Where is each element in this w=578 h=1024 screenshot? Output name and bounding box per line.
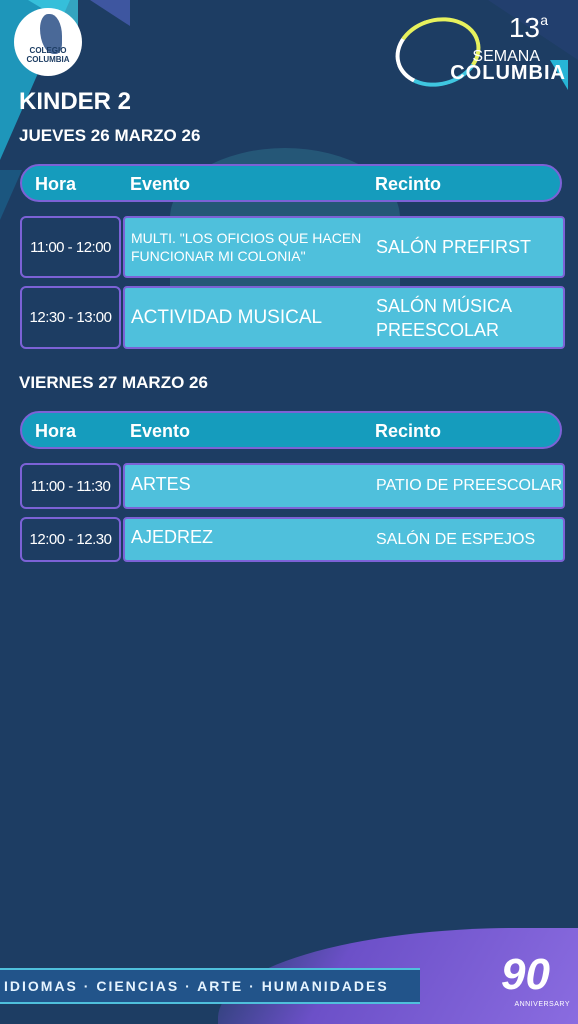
header-recinto: Recinto [375, 421, 442, 441]
event-logo: 13 a SEMANA COLUMBIA [387, 8, 570, 96]
row-cell: AJEDREZ SALÓN DE ESPEJOS [123, 517, 565, 562]
row-event: MULTI. "LOS OFICIOS QUE HACEN FUNCIONAR … [131, 230, 362, 264]
row-time: 12:00 - 12.30 [20, 517, 121, 562]
schedule-row: 11:00 - 11:30 ARTES PATIO DE PREESCOLAR [20, 463, 566, 509]
school-logo: COLEGIO COLUMBIA [14, 8, 82, 76]
schedule-header: Hora Evento Recinto [20, 164, 562, 202]
schedule-row: 12:30 - 13:00 ACTIVIDAD MUSICAL SALÓN MÚ… [20, 286, 566, 349]
header-recinto: Recinto [375, 174, 442, 194]
day-date: VIERNES 27 MARZO 26 [19, 373, 208, 392]
page-title: KINDER 2 [19, 88, 132, 115]
row-time: 11:00 - 11:30 [20, 463, 121, 509]
school-logo-text: COLEGIO COLUMBIA [26, 46, 70, 64]
row-time: 12:30 - 13:00 [20, 286, 121, 349]
header-evento: Evento [130, 174, 191, 194]
schedule-row: 11:00 - 12:00 MULTI. "LOS OFICIOS QUE HA… [20, 216, 566, 278]
row-venue: SALÓN MÚSICA PREESCOLAR [376, 295, 512, 340]
row-time: 11:00 - 12:00 [20, 216, 121, 278]
decor-shard [90, 0, 130, 26]
header-hora: Hora [35, 174, 77, 194]
event-number-sup: a [540, 12, 548, 28]
footer-banner: IDIOMAS · CIENCIAS · ARTE · HUMANIDADES [0, 968, 420, 1004]
event-number: 13 [508, 12, 540, 43]
row-cell: MULTI. "LOS OFICIOS QUE HACEN FUNCIONAR … [123, 216, 565, 278]
schedule-row: 12:00 - 12.30 AJEDREZ SALÓN DE ESPEJOS [20, 517, 566, 562]
row-venue: PATIO DE PREESCOLAR [376, 477, 563, 494]
header-evento: Evento [130, 421, 191, 441]
event-word-columbia: COLUMBIA [450, 62, 566, 84]
schedule-header: Hora Evento Recinto [20, 411, 562, 449]
day-date: JUEVES 26 MARZO 26 [19, 126, 201, 145]
row-event: ARTES [131, 474, 191, 494]
header-hora: Hora [35, 421, 77, 441]
anniversary-word: ANNIVERSARY [514, 1001, 570, 1008]
row-venue: SALÓN DE ESPEJOS [376, 530, 536, 548]
row-venue: SALÓN PREFIRST [376, 236, 532, 257]
decor-shard [0, 170, 22, 220]
row-cell: ARTES PATIO DE PREESCOLAR [123, 463, 565, 509]
row-event: ACTIVIDAD MUSICAL [131, 306, 323, 328]
anniversary-number: 90 [501, 950, 550, 999]
row-event: AJEDREZ [131, 527, 214, 547]
row-cell: ACTIVIDAD MUSICAL SALÓN MÚSICA PREESCOLA… [123, 286, 565, 349]
